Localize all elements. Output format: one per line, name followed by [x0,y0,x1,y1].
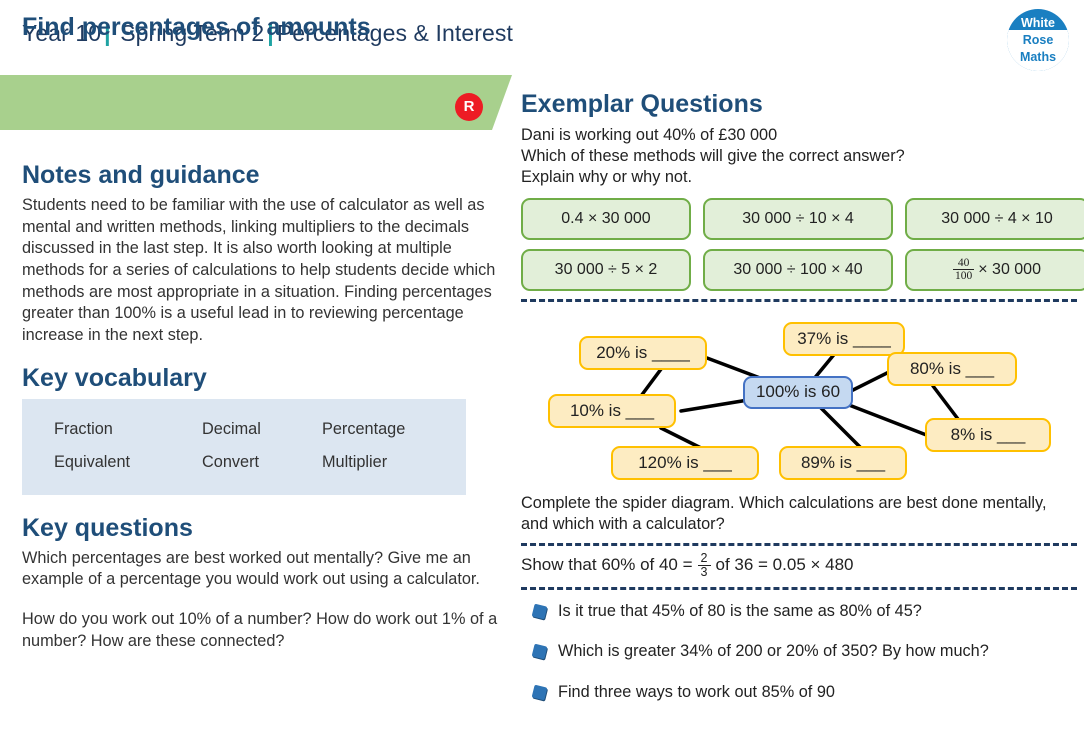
vocab-term: Fraction [54,419,113,438]
spider-node-10[interactable]: 10% is ___ [548,393,676,428]
fraction-40-over-100: 40 100 [953,256,975,283]
spider-node-20[interactable]: 20% is ____ [579,335,707,370]
spider-node-37[interactable]: 37% is ____ [783,321,905,356]
diamond-bullet-icon [531,644,548,660]
connector-80-to-8 [931,383,963,425]
diamond-bullet-icon [531,603,548,620]
key-question-paragraph: How do you work out 10% of a number? How… [22,610,498,650]
vocab-term: Percentage [322,419,406,438]
method-option-label: 30 000 ÷ 10 × 4 [742,209,854,227]
list-item: Which is greater 34% of 200 or 20% of 35… [521,641,1077,661]
r-badge: R [455,93,483,121]
spider-node-120[interactable]: 120% is ___ [611,445,759,480]
fraction-denominator: 100 [953,269,975,283]
right-column: Exemplar Questions Dani is working out 4… [521,90,1084,722]
left-column: Notes and guidance Students need to be f… [22,160,500,670]
vocab-term: Convert [202,452,260,471]
method-option[interactable]: 40 100 × 30 000 [905,248,1084,291]
show-that-statement: Show that 60% of 40 = 2 3 of 36 = 0.05 ×… [521,550,1077,579]
exemplar-intro-line-2: Which of these methods will give the cor… [521,147,905,166]
spider-node-89[interactable]: 89% is ___ [779,445,907,480]
lesson-title: Find percentages of amounts [22,13,371,41]
logo-line-rose: Rose [1022,33,1054,47]
connector-center-to-89 [819,405,863,450]
method-option[interactable]: 30 000 ÷ 5 × 2 [521,248,691,291]
method-option[interactable]: 30 000 ÷ 10 × 4 [703,197,893,240]
method-option-label: 30 000 ÷ 100 × 40 [733,260,863,278]
notes-heading: Notes and guidance [22,161,260,189]
vocab-term: Decimal [202,419,261,438]
vocabulary-heading: Key vocabulary [22,363,207,392]
connector-center-to-8 [847,402,931,438]
table-row: Equivalent Convert Multiplier [22,446,466,479]
bullet-question-text: Which is greater 34% of 200 or 20% of 35… [558,642,989,661]
spider-node-center[interactable]: 100% is 60 [743,375,853,409]
method-option[interactable]: 30 000 ÷ 4 × 10 [905,197,1084,240]
exemplar-intro-line-1: Dani is working out 40% of £30 000 [521,126,778,144]
key-vocabulary-table: Fraction Decimal Percentage Equivalent C… [22,398,466,495]
key-questions-heading: Key questions [22,513,193,542]
bullet-question-text: Find three ways to work out 85% of 90 [558,682,835,701]
fraction-denominator: 3 [697,564,711,579]
vocab-term: Equivalent [54,452,131,471]
logo-line-maths: Maths [1019,50,1057,64]
exemplar-intro-line-3: Explain why or why not. [521,168,693,187]
spider-caption: Complete the spider diagram. Which calcu… [521,493,1047,533]
list-item: Is it true that 45% of 80 is the same as… [521,601,1077,621]
spider-node-80[interactable]: 80% is ___ [887,351,1017,386]
list-item: Find three ways to work out 85% of 90 [521,682,1077,702]
lesson-title-banner [0,75,512,130]
vocab-term: Multiplier [322,452,388,471]
white-rose-maths-logo: White Rose Maths [1007,9,1069,71]
bullet-question-text: Is it true that 45% of 80 is the same as… [558,602,922,621]
method-option-label: 0.4 × 30 000 [561,209,651,227]
spider-node-8[interactable]: 8% is ___ [925,417,1051,452]
method-option-label: 30 000 ÷ 4 × 10 [941,209,1053,227]
dashed-divider [521,542,1077,546]
dashed-divider [521,587,1077,591]
fraction-numerator: 2 [700,550,708,565]
table-row: Fraction Decimal Percentage [22,413,466,446]
method-option[interactable]: 0.4 × 30 000 [521,197,691,240]
show-that-suffix: of 36 = 0.05 × 480 [715,555,854,575]
fraction-2-over-3: 2 3 [697,550,711,579]
method-option-label: 30 000 ÷ 5 × 2 [554,260,658,278]
logo-line-white: White [1020,16,1056,30]
diamond-bullet-icon [531,684,548,701]
spider-diagram: 100% is 60 20% is ____ 37% is ____ 80% i… [521,308,1077,493]
show-that-prefix: Show that 60% of 40 = [521,555,693,575]
notes-body: Students need to be familiar with the us… [22,196,496,345]
dashed-divider [521,298,1077,302]
method-options-grid: 0.4 × 30 000 30 000 ÷ 10 × 4 30 000 ÷ 4 … [521,197,1084,291]
exemplar-heading: Exemplar Questions [521,90,763,118]
bullet-question-list: Is it true that 45% of 80 is the same as… [521,601,1077,702]
method-option-label: × 30 000 [978,260,1041,278]
method-option[interactable]: 30 000 ÷ 100 × 40 [703,248,893,291]
key-question-paragraph: Which percentages are best worked out me… [22,548,480,589]
fraction-numerator: 40 [957,256,970,269]
